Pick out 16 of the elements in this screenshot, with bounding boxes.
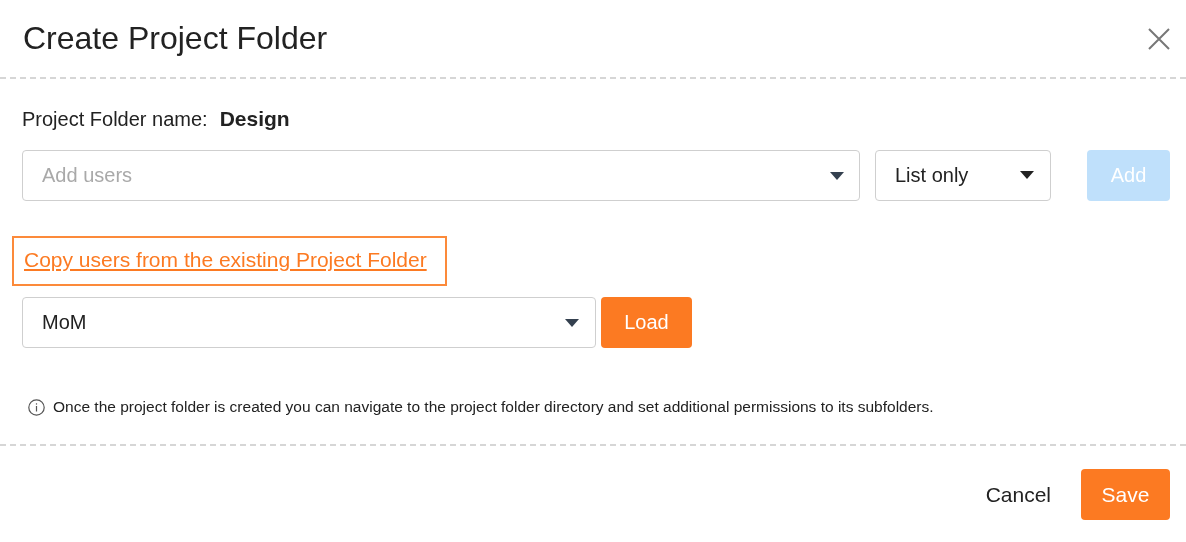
caret-icon <box>565 318 579 327</box>
close-icon[interactable] <box>1148 27 1170 50</box>
info-note: Once the project folder is created you can navigate to the project folder directory and set additional permissions to its subfolders. <box>53 398 934 416</box>
dialog-title: Create Project Folder <box>23 20 328 57</box>
save-button[interactable]: Save <box>1081 469 1170 520</box>
cancel-button[interactable]: Cancel <box>975 469 1061 520</box>
project-folder-dropdown[interactable]: MoM <box>22 297 596 348</box>
info-icon <box>28 398 45 416</box>
access-dropdown[interactable]: List only <box>875 149 1051 201</box>
add-users-field[interactable]: Add users <box>22 149 860 201</box>
folder-name-value: Design <box>219 107 290 131</box>
load-button[interactable]: Load <box>601 297 692 348</box>
copy-users-link[interactable]: Copy users from the existing Project Folder <box>12 236 447 286</box>
folder-name-label: Project Folder name: <box>22 108 208 131</box>
caret-icon <box>830 171 844 180</box>
caret-icon <box>1020 171 1034 179</box>
